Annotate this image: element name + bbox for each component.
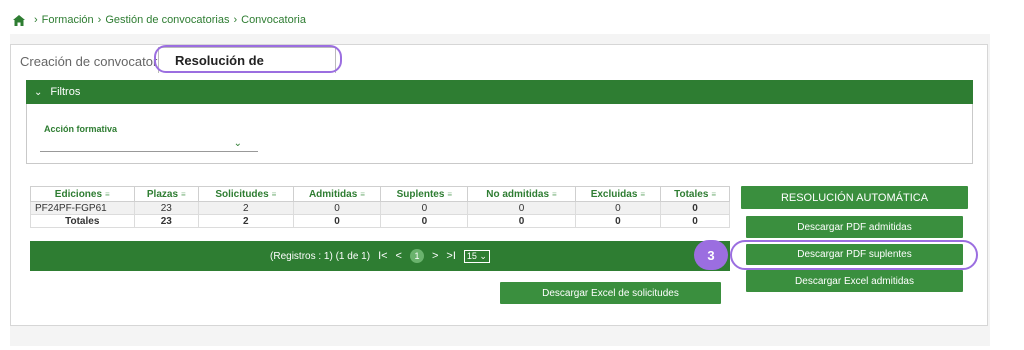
home-icon[interactable] bbox=[12, 13, 26, 27]
totals-row: Totales 23 2 0 0 0 0 0 bbox=[30, 214, 730, 228]
sort-icon: ≡ bbox=[181, 189, 186, 199]
table-cell: 0 bbox=[380, 214, 469, 228]
descargar-excel-solicitudes-button[interactable]: Descargar Excel de solicitudes bbox=[500, 282, 721, 304]
rows-per-page-select[interactable]: 15 ⌄ bbox=[463, 249, 490, 263]
table-header-row: Ediciones ≡ Plazas ≡ Solicitudes ≡ Admitida… bbox=[30, 186, 730, 202]
accion-formativa-label: Acción formativa bbox=[44, 124, 118, 134]
column-header-admitidas[interactable]: Admitidas ≡ bbox=[292, 186, 382, 202]
sort-icon: ≡ bbox=[105, 189, 110, 199]
descargar-pdf-suplentes-button[interactable]: Descargar PDF suplentes bbox=[746, 244, 963, 265]
table-cell: 2 bbox=[198, 214, 294, 228]
column-header-suplentes[interactable]: Suplentes ≡ bbox=[380, 186, 469, 202]
chevron-down-icon: ⌄ bbox=[233, 138, 242, 149]
pagination-bar: (Registros : 1) (1 de 1) I< < 1 > >I 15 … bbox=[30, 241, 730, 271]
chevron-down-icon: ⌄ bbox=[34, 86, 43, 98]
prev-page-button[interactable]: < bbox=[396, 250, 402, 262]
column-header-totales[interactable]: Totales ≡ bbox=[660, 186, 730, 202]
descargar-pdf-admitidas-button[interactable]: Descargar PDF admitidas bbox=[746, 216, 963, 238]
breadcrumb-separator: › bbox=[233, 14, 238, 26]
descargar-excel-admitidas-button[interactable]: Descargar Excel admitidas bbox=[746, 270, 963, 292]
sort-icon: ≡ bbox=[552, 189, 557, 199]
accion-formativa-select[interactable]: ⌄ bbox=[40, 138, 258, 152]
table-cell: Totales bbox=[30, 214, 135, 228]
tab-creacion-convocatoria[interactable]: Creación de convocatoria bbox=[20, 49, 167, 75]
tab-resolucion-convocatoria[interactable]: Resolución de convocatoria bbox=[158, 47, 336, 94]
table-cell: 0 bbox=[574, 201, 662, 215]
sort-icon: ≡ bbox=[640, 189, 646, 199]
table-cell: 0 bbox=[660, 214, 730, 228]
table-cell: 0 bbox=[292, 214, 382, 228]
breadcrumb: › Formación › Gestión de convocatorias ›… bbox=[12, 12, 306, 28]
breadcrumb-separator: › bbox=[34, 14, 38, 26]
table-row[interactable]: PF24PF-FGP61 23 2 0 0 0 0 0 bbox=[30, 201, 730, 215]
table-cell: 0 bbox=[467, 201, 576, 215]
resolucion-automatica-button[interactable]: RESOLUCIÓN AUTOMÁTICA bbox=[741, 186, 968, 209]
table-cell: 0 bbox=[574, 214, 662, 228]
table-cell: 0 bbox=[292, 201, 382, 215]
breadcrumb-convocatoria[interactable]: Convocatoria bbox=[241, 14, 306, 26]
breadcrumb-formacion[interactable]: Formación bbox=[42, 14, 94, 26]
sort-icon: ≡ bbox=[271, 189, 277, 199]
column-header-plazas[interactable]: Plazas ≡ bbox=[133, 186, 200, 202]
column-header-excluidas[interactable]: Excluidas ≡ bbox=[574, 186, 662, 202]
sort-icon: ≡ bbox=[711, 189, 717, 199]
sort-icon: ≡ bbox=[447, 189, 453, 199]
current-page-button[interactable]: 1 bbox=[409, 249, 424, 263]
step-badge: 3 bbox=[694, 240, 728, 270]
breadcrumb-separator: › bbox=[97, 14, 102, 26]
column-header-ediciones[interactable]: Ediciones ≡ bbox=[30, 186, 135, 202]
table-cell: 0 bbox=[660, 201, 730, 215]
table-cell: 23 bbox=[133, 214, 200, 228]
filters-title: Filtros bbox=[50, 86, 81, 98]
first-page-button[interactable]: I< bbox=[378, 250, 387, 262]
breadcrumb-gestion-convocatorias[interactable]: Gestión de convocatorias bbox=[105, 14, 229, 26]
table-cell: 0 bbox=[467, 214, 576, 228]
column-header-no-admitidas[interactable]: No admitidas ≡ bbox=[467, 186, 576, 202]
table-cell: 0 bbox=[380, 201, 469, 215]
table-cell: 2 bbox=[198, 201, 294, 215]
editions-table: Ediciones ≡ Plazas ≡ Solicitudes ≡ Admitida… bbox=[30, 186, 730, 228]
chevron-down-icon: ⌄ bbox=[476, 250, 487, 261]
filters-header[interactable]: ⌄ Filtros bbox=[26, 80, 973, 104]
sort-icon: ≡ bbox=[360, 189, 365, 199]
pagination-summary: (Registros : 1) (1 de 1) bbox=[270, 250, 371, 262]
next-page-button[interactable]: > bbox=[432, 250, 438, 262]
column-header-solicitudes[interactable]: Solicitudes ≡ bbox=[198, 186, 294, 202]
table-cell: 23 bbox=[133, 201, 200, 215]
table-cell: PF24PF-FGP61 bbox=[30, 201, 135, 215]
last-page-button[interactable]: >I bbox=[446, 250, 455, 262]
